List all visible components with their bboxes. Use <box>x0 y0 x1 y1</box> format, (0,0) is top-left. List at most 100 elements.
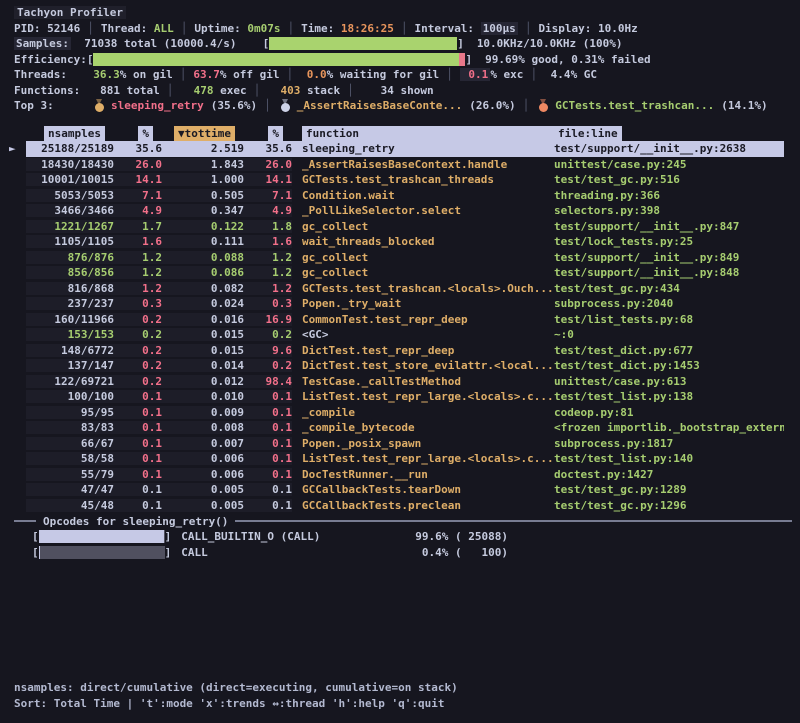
top3-line: Top 3:sleeping_retry(35.6%)│_AssertRaise… <box>0 98 800 114</box>
cell-tottime: 0.122 <box>162 220 244 233</box>
table-row[interactable]: 856/8561.20.0861.2gc_collecttest/support… <box>26 265 784 281</box>
cell-nsamples: 100/100 <box>26 390 114 403</box>
cell-file-line: test/support/__init__.py:848 <box>554 266 784 279</box>
cell-percent-direct: 1.6 <box>114 235 162 248</box>
table-row[interactable]: 10001/1001514.11.00014.1GCTests.test_tra… <box>26 172 784 188</box>
table-row[interactable]: 1221/12671.70.1221.8gc_collecttest/suppo… <box>26 219 784 235</box>
cell-tottime: 0.082 <box>162 282 244 295</box>
table-row[interactable]: 137/1470.20.0140.2DictTest.test_store_ev… <box>26 358 784 374</box>
table-row[interactable]: 55/790.10.0060.1DocTestRunner.__rundocte… <box>26 467 784 483</box>
status-separator: │ <box>518 22 539 35</box>
cell-percent-cumulative: 1.2 <box>244 282 292 295</box>
cell-function: ListTest.test_repr_large.<locals>.c... <box>302 390 554 403</box>
header-tottime-sorted[interactable]: ▼tottime <box>162 126 244 142</box>
table-row[interactable]: 58/580.10.0060.1ListTest.test_repr_large… <box>26 451 784 467</box>
thread-stat-unit: % waiting for gil <box>327 68 440 81</box>
table-row[interactable]: 816/8681.20.0821.2GCTests.test_trashcan.… <box>26 281 784 297</box>
cell-percent-cumulative: 0.1 <box>244 468 292 481</box>
cell-nsamples: 137/147 <box>26 359 114 372</box>
cell-percent-cumulative: 16.9 <box>244 313 292 326</box>
table-row[interactable]: 876/8761.20.0881.2gc_collecttest/support… <box>26 250 784 266</box>
cell-percent-cumulative: 1.8 <box>244 220 292 233</box>
status-label: Thread: <box>101 22 154 35</box>
table-row[interactable]: 100/1000.10.0100.1ListTest.test_repr_lar… <box>26 389 784 405</box>
cell-tottime: 0.347 <box>162 204 244 217</box>
cell-percent-direct: 1.2 <box>114 282 162 295</box>
table-row[interactable]: 148/67720.20.0159.6DictTest.test_repr_de… <box>26 343 784 359</box>
top3-function-name: sleeping_retry <box>111 99 204 112</box>
cell-percent-direct: 26.0 <box>114 158 162 171</box>
cell-percent-direct: 0.1 <box>114 437 162 450</box>
app-title-line: Tachyon Profiler <box>0 5 800 21</box>
table-row[interactable]: 5053/50537.10.5057.1Condition.waitthread… <box>26 188 784 204</box>
app-title: Tachyon Profiler <box>14 6 126 19</box>
cell-function: <GC> <box>302 328 554 341</box>
opcode-bar-fill <box>39 530 164 543</box>
table-row[interactable]: 122/697210.20.01298.4TestCase._callTestM… <box>26 374 784 390</box>
function-stat-unit: exec <box>213 84 246 97</box>
cell-function: _compile <box>302 406 554 419</box>
opcode-percent: 0.4% ( 100) <box>415 546 508 559</box>
header-function[interactable]: function <box>302 126 554 142</box>
table-row[interactable]: 18430/1843026.01.84326.0_AssertRaisesBas… <box>26 157 784 173</box>
status-bar: PID: 52146│Thread: ALL│Uptime: 0m07s│Tim… <box>0 21 800 37</box>
cell-percent-direct: 0.2 <box>114 375 162 388</box>
table-row[interactable]: 95/950.10.0090.1_compilecodeop.py:81 <box>26 405 784 421</box>
top3-separator: │ <box>257 99 278 112</box>
cell-function: _compile_bytecode <box>302 421 554 434</box>
cell-file-line: unittest/case.py:245 <box>554 158 784 171</box>
header-file-line[interactable]: file:line <box>554 126 784 142</box>
cell-file-line: threading.py:366 <box>554 189 784 202</box>
samples-label: Samples: <box>14 37 71 50</box>
opcodes-title: Opcodes for sleeping_retry() <box>43 515 228 528</box>
cell-file-line: codeop.py:81 <box>554 406 784 419</box>
bracket-close: ] <box>165 530 172 543</box>
cell-percent-direct: 0.1 <box>114 483 162 496</box>
cell-tottime: 0.088 <box>162 251 244 264</box>
cell-percent-cumulative: 0.1 <box>244 499 292 512</box>
cell-file-line: test/support/__init__.py:847 <box>554 220 784 233</box>
cell-percent-direct: 14.1 <box>114 173 162 186</box>
status-value: ALL <box>154 22 174 35</box>
cell-function: sleeping_retry <box>302 142 554 155</box>
table-row[interactable]: 160/119660.20.01616.9CommonTest.test_rep… <box>26 312 784 328</box>
cell-tottime: 0.111 <box>162 235 244 248</box>
cell-percent-cumulative: 26.0 <box>244 158 292 171</box>
thread-stat-value: 36.3 <box>80 68 120 81</box>
cell-percent-direct: 0.1 <box>114 499 162 512</box>
thread-stat-unit: % on gil <box>120 68 173 81</box>
function-stat-value: 34 <box>361 84 394 97</box>
cell-percent-cumulative: 1.2 <box>244 251 292 264</box>
cell-percent-direct: 0.2 <box>114 344 162 357</box>
thread-stat-unit: % off gil <box>220 68 280 81</box>
cell-percent-cumulative: 35.6 <box>244 142 292 155</box>
efficiency-line: Efficiency:[]99.69% good, 0.31% failed <box>0 52 800 68</box>
opcode-row: []CALL_BUILTIN_O (CALL)99.6% ( 25088) <box>0 529 800 545</box>
cell-percent-direct: 1.2 <box>114 251 162 264</box>
cell-percent-cumulative: 14.1 <box>244 173 292 186</box>
cell-nsamples: 83/83 <box>26 421 114 434</box>
opcode-bar <box>39 546 165 559</box>
cell-tottime: 0.005 <box>162 483 244 496</box>
cell-nsamples: 18430/18430 <box>26 158 114 171</box>
table-row[interactable]: 153/1530.20.0150.2<GC>~:0 <box>26 327 784 343</box>
header-nsamples[interactable]: nsamples <box>26 126 114 142</box>
table-row[interactable]: 45/480.10.0050.1GCCallbackTests.preclean… <box>26 498 784 514</box>
opcode-percent: 99.6% ( 25088) <box>415 530 508 543</box>
table-row[interactable]: 83/830.10.0080.1_compile_bytecode<frozen… <box>26 420 784 436</box>
table-row[interactable]: 3466/34664.90.3474.9_PollLikeSelector.se… <box>26 203 784 219</box>
table-row[interactable]: 66/670.10.0070.1Popen._posix_spawnsubpro… <box>26 436 784 452</box>
header-percent-cumulative[interactable]: % <box>244 126 292 142</box>
cell-percent-cumulative: 0.1 <box>244 452 292 465</box>
table-row[interactable]: 1105/11051.60.1111.6wait_threads_blocked… <box>26 234 784 250</box>
table-row[interactable]: ►25188/2518935.62.51935.6sleeping_retryt… <box>26 141 784 157</box>
cell-function: DictTest.test_repr_deep <box>302 344 554 357</box>
status-label: Uptime: <box>194 22 247 35</box>
header-percent-direct[interactable]: % <box>114 126 162 142</box>
opcode-bar <box>39 530 165 543</box>
bracket-close: ] <box>457 37 464 50</box>
cell-nsamples: 1105/1105 <box>26 235 114 248</box>
table-row[interactable]: 237/2370.30.0240.3Popen._try_waitsubproc… <box>26 296 784 312</box>
table-row[interactable]: 47/470.10.0050.1GCCallbackTests.tearDown… <box>26 482 784 498</box>
cell-tottime: 2.519 <box>162 142 244 155</box>
